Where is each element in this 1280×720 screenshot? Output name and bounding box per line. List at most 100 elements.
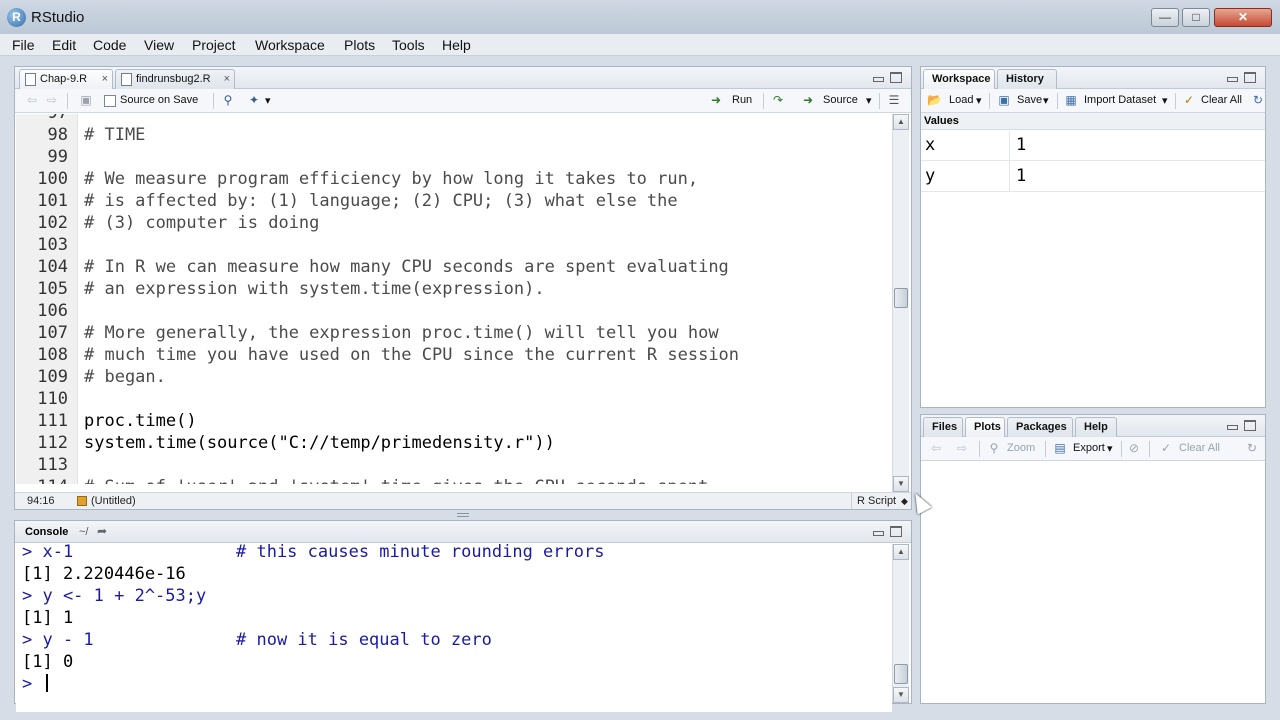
maximize-pane-icon[interactable]: [890, 72, 902, 83]
scroll-down-icon[interactable]: ▼: [893, 687, 909, 703]
file-type-chevron-icon[interactable]: ◆: [901, 493, 908, 509]
code-line[interactable]: 101 # is affected by: (1) language; (2) C…: [16, 190, 892, 212]
code-line[interactable]: 114 # Sum of 'user' and 'system' time giv…: [16, 476, 892, 484]
minimize-button[interactable]: —: [1151, 8, 1179, 27]
import-dataset-button[interactable]: Import Dataset: [1084, 94, 1156, 106]
source-button[interactable]: Source: [823, 94, 858, 106]
run-button[interactable]: Run: [732, 94, 752, 106]
clear-all-button[interactable]: Clear All: [1201, 94, 1242, 106]
menu-project[interactable]: Project: [192, 37, 236, 53]
code-line[interactable]: 99: [16, 146, 892, 168]
back-icon[interactable]: ⇦: [25, 94, 39, 107]
menu-plots[interactable]: Plots: [344, 37, 375, 53]
run-icon[interactable]: ➜: [709, 94, 723, 107]
code-line[interactable]: 112 system.time(source("C://temp/primeden…: [16, 432, 892, 454]
magic-wand-icon[interactable]: ✦: [247, 94, 261, 107]
minimize-pane-icon[interactable]: [873, 531, 884, 536]
scroll-up-icon[interactable]: ▲: [893, 544, 909, 560]
code-line[interactable]: 108 # much time you have used on the CPU …: [16, 344, 892, 366]
maximize-button[interactable]: □: [1182, 8, 1210, 27]
code-line[interactable]: 113: [16, 454, 892, 476]
zoom-icon[interactable]: ⚲: [987, 442, 1001, 455]
code-line[interactable]: 107 # More generally, the expression proc…: [16, 322, 892, 344]
table-icon[interactable]: ▦: [1064, 94, 1078, 107]
refresh-icon[interactable]: ↻: [1251, 94, 1265, 107]
minimize-pane-icon[interactable]: [1227, 425, 1238, 430]
forward-icon[interactable]: ⇨: [45, 94, 59, 107]
save-icon[interactable]: ▣: [997, 94, 1011, 107]
remove-plot-icon[interactable]: ⊘: [1127, 442, 1141, 455]
editor-scrollbar[interactable]: ▲ ▼: [892, 114, 909, 492]
code-line[interactable]: 106: [16, 300, 892, 322]
minimize-pane-icon[interactable]: [1227, 77, 1238, 82]
broom-icon[interactable]: ✓: [1159, 442, 1173, 455]
menu-file[interactable]: File: [12, 37, 35, 53]
broom-icon[interactable]: ✓: [1182, 94, 1196, 107]
tab-workspace[interactable]: Workspace: [923, 69, 995, 89]
tab-history[interactable]: History: [997, 69, 1057, 89]
code-line[interactable]: 105 # an expression with system.time(expr…: [16, 278, 892, 300]
source-dropdown-icon[interactable]: ▾: [866, 94, 872, 107]
maximize-pane-icon[interactable]: [1244, 420, 1256, 431]
maximize-pane-icon[interactable]: [890, 526, 902, 537]
load-button[interactable]: Load: [949, 94, 973, 106]
scope-selector[interactable]: (Untitled): [91, 493, 136, 509]
folder-open-icon[interactable]: 📂: [927, 94, 942, 107]
menu-code[interactable]: Code: [93, 37, 126, 53]
code-line[interactable]: 111 proc.time(): [16, 410, 892, 432]
code-line[interactable]: 104 # In R we can measure how many CPU se…: [16, 256, 892, 278]
tab-packages[interactable]: Packages: [1007, 417, 1073, 437]
save-icon[interactable]: ▣: [79, 94, 93, 107]
minimize-pane-icon[interactable]: [873, 77, 884, 82]
source-on-save-checkbox[interactable]: [104, 95, 116, 107]
maximize-pane-icon[interactable]: [1244, 72, 1256, 83]
variable-row[interactable]: y 1: [921, 161, 1265, 192]
clear-all-plots-button[interactable]: Clear All: [1179, 442, 1220, 454]
close-tab-icon[interactable]: ×: [102, 70, 108, 88]
menu-edit[interactable]: Edit: [52, 37, 76, 53]
export-button[interactable]: Export: [1073, 442, 1105, 454]
load-dropdown-icon[interactable]: ▾: [976, 94, 982, 107]
editor-scroll-thumb[interactable]: [894, 288, 908, 308]
export-dropdown-icon[interactable]: ▾: [1107, 442, 1113, 455]
menu-help[interactable]: Help: [442, 37, 471, 53]
save-button[interactable]: Save: [1017, 94, 1042, 106]
code-line[interactable]: 100 # We measure program efficiency by ho…: [16, 168, 892, 190]
chevron-down-icon[interactable]: ▾: [265, 94, 271, 107]
search-icon[interactable]: ⚲: [221, 94, 235, 107]
code-line[interactable]: 109 # began.: [16, 366, 892, 388]
tab-files[interactable]: Files: [923, 417, 963, 437]
menu-view[interactable]: View: [144, 37, 174, 53]
variable-row[interactable]: x 1: [921, 130, 1265, 161]
tab-findrunsbug2[interactable]: findrunsbug2.R ×: [115, 69, 235, 89]
go-to-directory-icon[interactable]: ➦: [97, 524, 107, 538]
save-dropdown-icon[interactable]: ▾: [1043, 94, 1049, 107]
refresh-icon[interactable]: ↻: [1245, 442, 1259, 455]
scroll-down-icon[interactable]: ▼: [893, 476, 909, 492]
zoom-button[interactable]: Zoom: [1007, 442, 1035, 454]
code-line[interactable]: 103: [16, 234, 892, 256]
console-prompt[interactable]: >: [22, 673, 882, 695]
tab-chap-9[interactable]: Chap-9.R ×: [19, 69, 113, 89]
tab-plots[interactable]: Plots: [965, 417, 1005, 437]
code-line[interactable]: 98 # TIME: [16, 124, 892, 146]
outline-icon[interactable]: ☰: [887, 94, 901, 107]
export-icon[interactable]: ▤: [1053, 442, 1067, 455]
code-editor[interactable]: 9798 # TIME 99100 # We measure program effi…: [16, 114, 892, 484]
code-line[interactable]: 97: [16, 114, 892, 124]
rerun-icon[interactable]: ↷: [771, 94, 785, 107]
file-type-selector[interactable]: R Script: [857, 493, 896, 509]
console-scroll-thumb[interactable]: [894, 664, 908, 684]
close-button[interactable]: ✕: [1214, 8, 1272, 27]
close-tab-icon[interactable]: ×: [224, 70, 230, 88]
menu-workspace[interactable]: Workspace: [255, 37, 325, 53]
menu-tools[interactable]: Tools: [392, 37, 425, 53]
console-output[interactable]: > x-1 # this causes minute rounding error…: [16, 544, 892, 712]
console-scrollbar[interactable]: ▲ ▼: [892, 544, 909, 703]
tab-help[interactable]: Help: [1075, 417, 1117, 437]
import-dropdown-icon[interactable]: ▾: [1162, 94, 1168, 107]
forward-icon[interactable]: ⇨: [955, 442, 969, 455]
splitter-handle[interactable]: [457, 513, 469, 517]
back-icon[interactable]: ⇦: [929, 442, 943, 455]
code-line[interactable]: 102 # (3) computer is doing: [16, 212, 892, 234]
